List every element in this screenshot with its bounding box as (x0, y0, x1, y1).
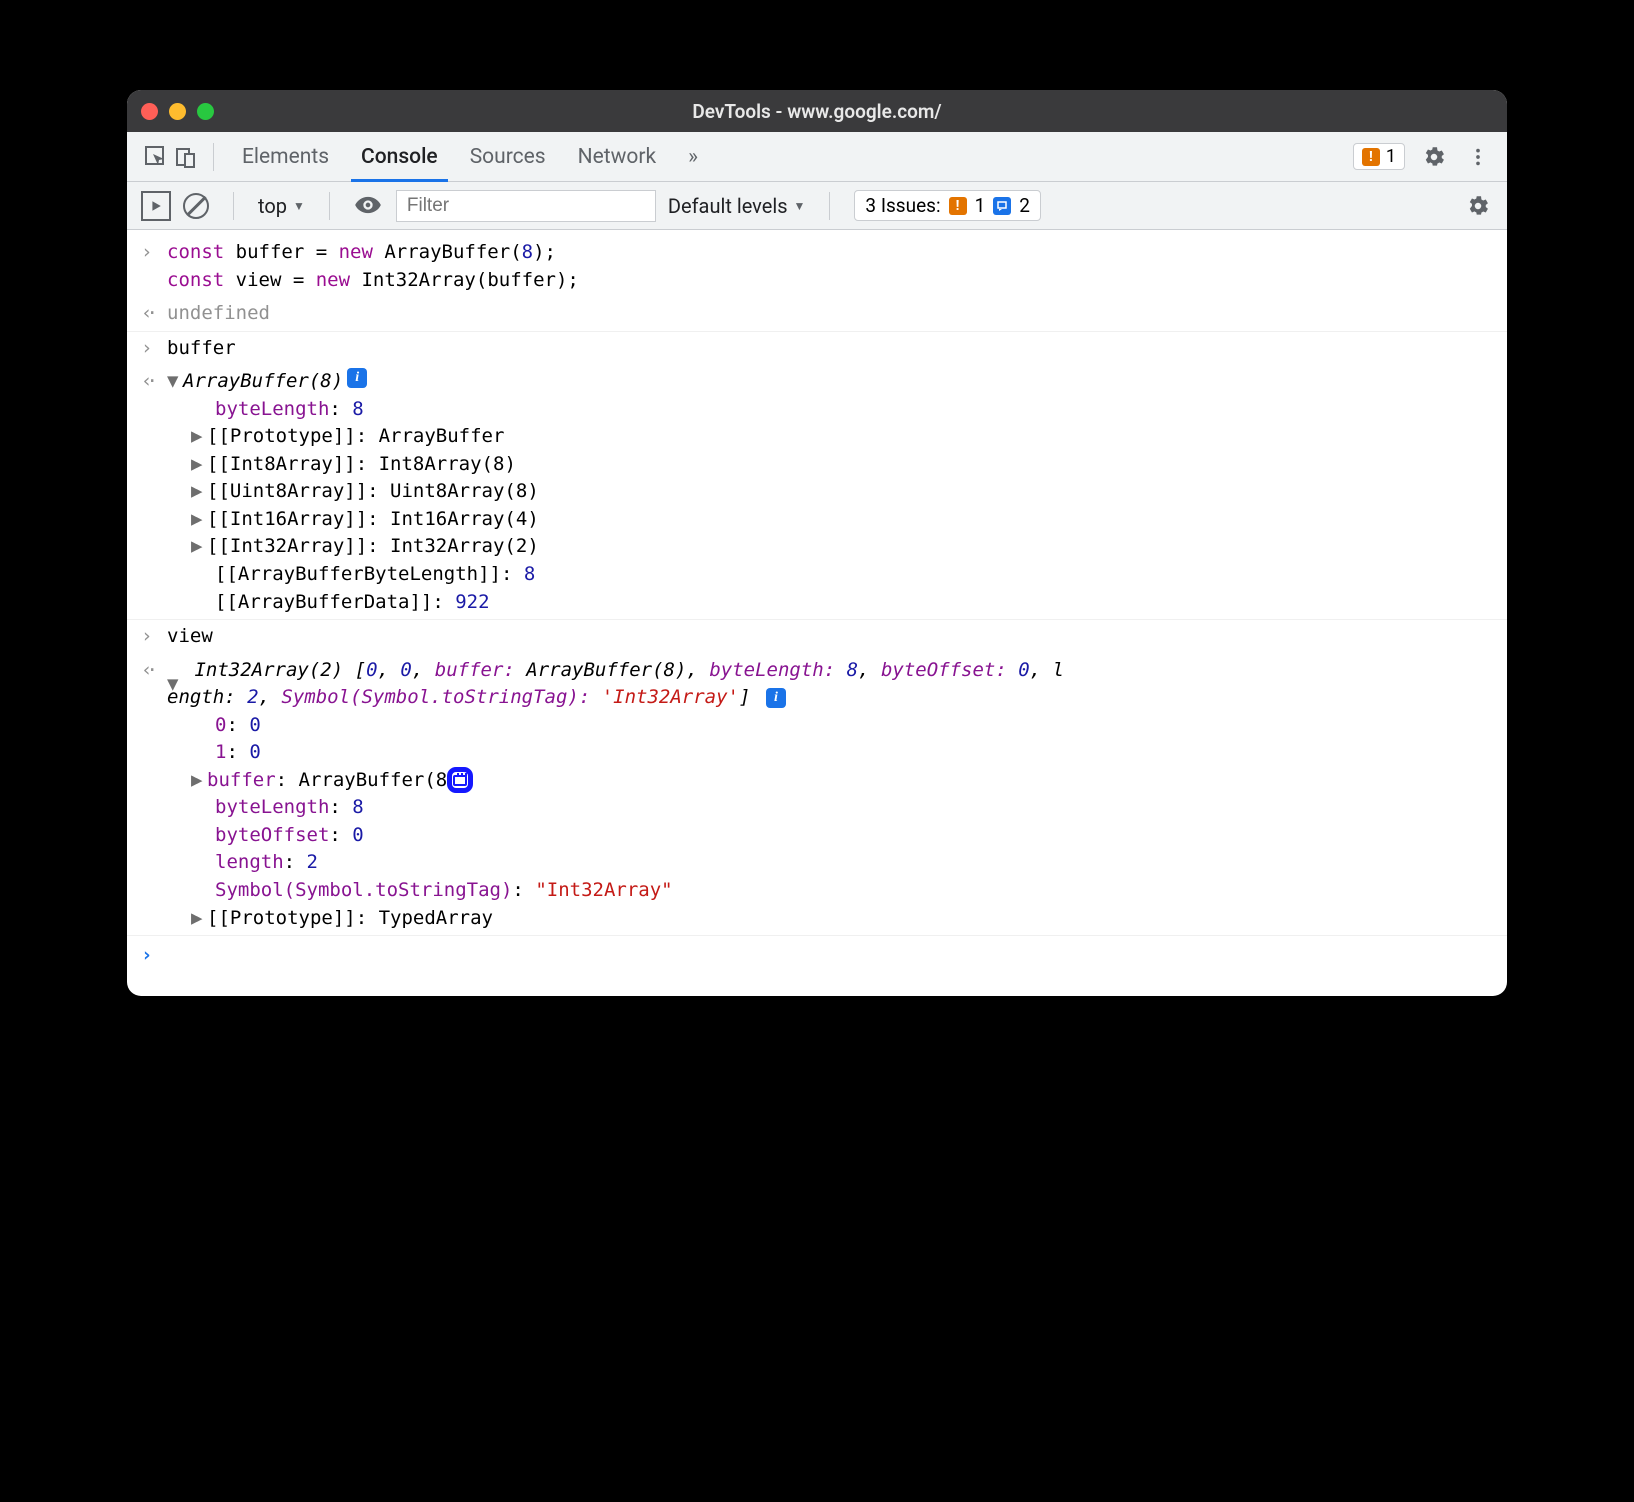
object-property[interactable]: ▶[[Prototype]]: ArrayBuffer (167, 423, 1493, 451)
tab-network[interactable]: Network (562, 132, 673, 181)
object-property[interactable]: byteLength: 8 (167, 396, 1493, 424)
object-property[interactable]: Symbol(Symbol.toStringTag): "Int32Array" (167, 877, 1493, 905)
console-settings-gear-icon[interactable] (1463, 191, 1493, 221)
code-line: view (167, 623, 1493, 651)
inspect-element-icon[interactable] (141, 142, 171, 172)
code-line: buffer (167, 335, 1493, 363)
object-property[interactable]: byteOffset: 0 (167, 822, 1493, 850)
undefined-result: undefined (167, 300, 1493, 328)
expand-triangle-icon[interactable]: ▼ (167, 368, 183, 396)
toolbar-right: ! 1 (1353, 142, 1493, 172)
clear-console-icon[interactable] (183, 193, 209, 219)
console-input-row[interactable]: const buffer = new ArrayBuffer(8); const… (127, 236, 1507, 297)
zoom-window-button[interactable] (197, 103, 214, 120)
filter-input[interactable] (396, 190, 656, 222)
devtools-window: DevTools - www.google.com/ Elements Cons… (127, 90, 1507, 996)
object-property[interactable]: [[ArrayBufferByteLength]]: 8 (167, 561, 1493, 589)
context-label: top (258, 194, 287, 218)
input-chevron-icon (141, 623, 167, 651)
warning-icon: ! (1362, 148, 1380, 166)
info-badge-icon[interactable]: i (766, 688, 786, 708)
issues-label: 3 Issues: (865, 194, 940, 217)
object-property[interactable]: 1: 0 (167, 739, 1493, 767)
minimize-window-button[interactable] (169, 103, 186, 120)
tab-console[interactable]: Console (345, 132, 454, 181)
tab-more[interactable]: » (672, 132, 714, 181)
object-property[interactable]: ▶[[Int16Array]]: Int16Array(4) (167, 506, 1493, 534)
object-header: Int32Array(2) [0, 0, buffer: ArrayBuffer… (167, 659, 1064, 709)
issue-warn-count: 1 (975, 194, 986, 217)
divider (233, 192, 234, 220)
console-input-row[interactable]: buffer (127, 332, 1507, 366)
log-levels-selector[interactable]: Default levels ▼ (668, 194, 806, 218)
console-subbar: top ▼ Default levels ▼ 3 Issues: ! 1 2 (127, 182, 1507, 230)
input-chevron-icon (141, 335, 167, 363)
object-property[interactable]: length: 2 (167, 849, 1493, 877)
settings-gear-icon[interactable] (1419, 142, 1449, 172)
console-output-row: undefined (127, 297, 1507, 332)
object-property[interactable]: [[ArrayBufferData]]: 922 (167, 589, 1493, 617)
object-header: ArrayBuffer(8) (183, 368, 343, 396)
memory-inspector-icon[interactable] (447, 767, 473, 793)
expand-triangle-icon[interactable]: ▼ (167, 671, 183, 699)
input-chevron-icon (141, 239, 167, 294)
object-property[interactable]: ▶[[Prototype]]: TypedArray (167, 905, 1493, 933)
object-property[interactable]: ▶buffer: ArrayBuffer(8 (167, 767, 1493, 795)
close-window-button[interactable] (141, 103, 158, 120)
console-output-row: ▼ Int32Array(2) [0, 0, buffer: ArrayBuff… (127, 654, 1507, 936)
console-output-row: ▼ ArrayBuffer(8) i byteLength: 8 ▶[[Prot… (127, 365, 1507, 620)
titlebar: DevTools - www.google.com/ (127, 90, 1507, 132)
code-line: const buffer = new ArrayBuffer(8); const… (167, 239, 1493, 294)
divider (329, 192, 330, 220)
object-property[interactable]: byteLength: 8 (167, 794, 1493, 822)
prompt-input[interactable] (167, 942, 1493, 970)
tab-elements[interactable]: Elements (226, 132, 345, 181)
output-chevron-icon (141, 368, 167, 616)
object-tree[interactable]: ▼ Int32Array(2) [0, 0, buffer: ArrayBuff… (167, 657, 1493, 932)
object-property[interactable]: ▶[[Int32Array]]: Int32Array(2) (167, 533, 1493, 561)
prompt-chevron-icon (141, 942, 167, 970)
console-prompt[interactable] (127, 936, 1507, 976)
info-badge-icon[interactable]: i (347, 368, 367, 388)
divider (213, 143, 214, 171)
context-selector[interactable]: top ▼ (258, 194, 305, 218)
issues-badge[interactable]: 3 Issues: ! 1 2 (854, 190, 1041, 221)
dropdown-triangle-icon: ▼ (293, 199, 305, 213)
panel-tabs: Elements Console Sources Network » (226, 132, 714, 181)
console-output: const buffer = new ArrayBuffer(8); const… (127, 230, 1507, 996)
object-property[interactable]: ▶[[Uint8Array]]: Uint8Array(8) (167, 478, 1493, 506)
warning-icon: ! (949, 197, 967, 215)
main-toolbar: Elements Console Sources Network » ! 1 (127, 132, 1507, 182)
device-toggle-icon[interactable] (171, 142, 201, 172)
warnings-badge[interactable]: ! 1 (1353, 143, 1405, 170)
window-title: DevTools - www.google.com/ (127, 100, 1507, 123)
tab-sources[interactable]: Sources (454, 132, 562, 181)
live-expression-icon[interactable] (354, 191, 384, 221)
levels-label: Default levels (668, 194, 788, 218)
output-chevron-icon (141, 657, 167, 932)
issue-info-count: 2 (1019, 194, 1030, 217)
info-icon (993, 197, 1011, 215)
warn-count: 1 (1386, 146, 1396, 167)
object-tree[interactable]: ▼ ArrayBuffer(8) i byteLength: 8 ▶[[Prot… (167, 368, 1493, 616)
output-chevron-icon (141, 300, 167, 328)
divider (829, 192, 830, 220)
kebab-menu-icon[interactable] (1463, 142, 1493, 172)
execution-play-icon[interactable] (141, 191, 171, 221)
window-controls (141, 103, 214, 120)
dropdown-triangle-icon: ▼ (794, 199, 806, 213)
object-property[interactable]: ▶[[Int8Array]]: Int8Array(8) (167, 451, 1493, 479)
console-input-row[interactable]: view (127, 620, 1507, 654)
object-property[interactable]: 0: 0 (167, 712, 1493, 740)
